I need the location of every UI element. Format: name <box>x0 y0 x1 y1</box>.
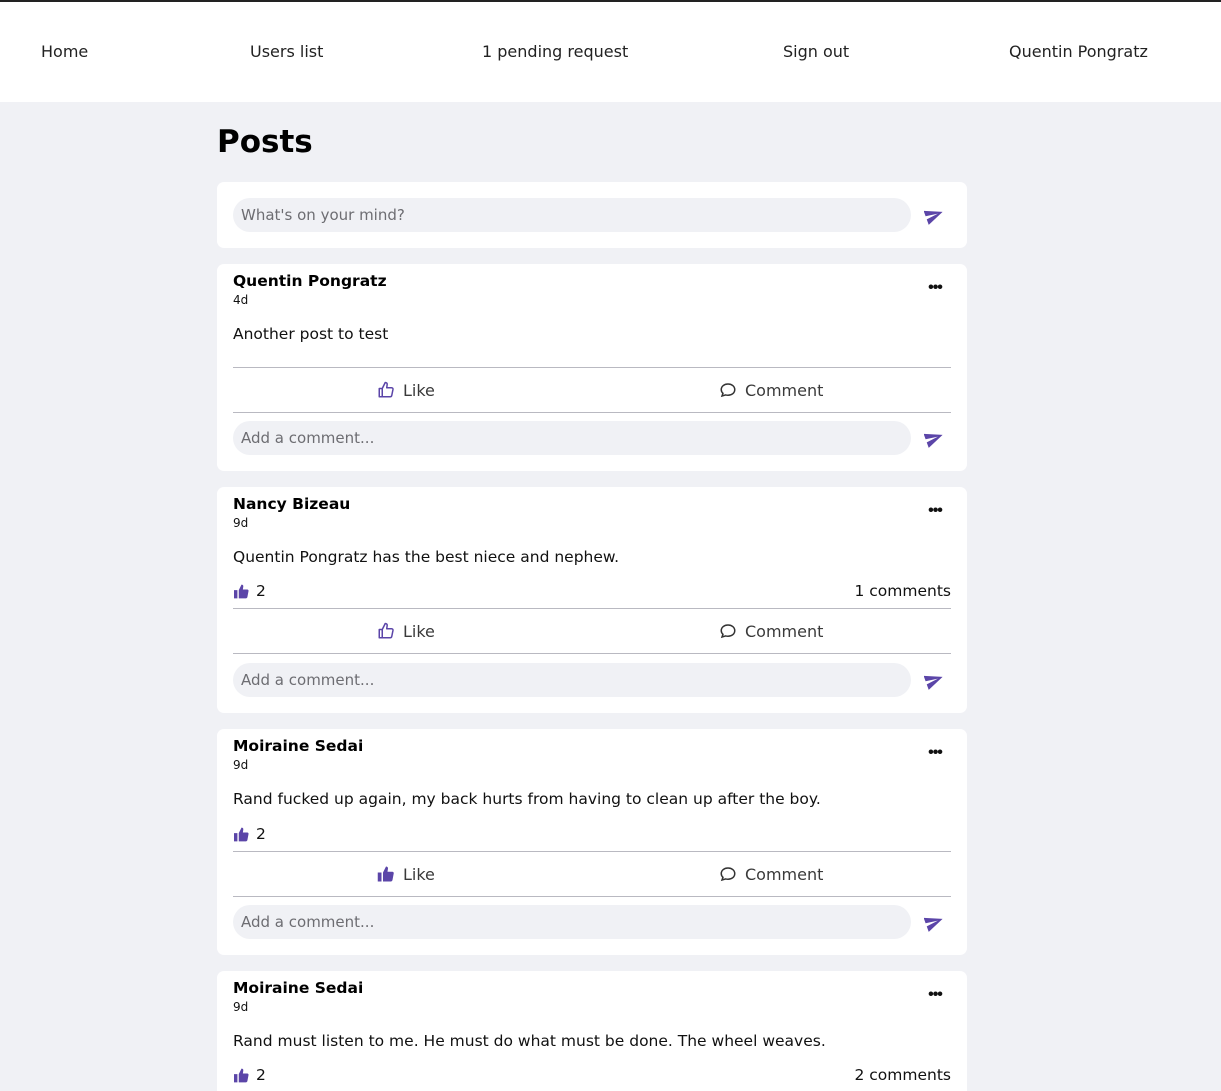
comment-button[interactable]: Comment <box>719 376 823 404</box>
post-card: Quentin Pongratz 4d ••• Another post to … <box>217 264 967 471</box>
speech-bubble-icon <box>720 624 736 639</box>
new-post-input[interactable] <box>233 198 911 232</box>
thumbs-up-filled-icon <box>234 584 249 598</box>
send-icon <box>924 675 943 690</box>
nav-sign-out-link[interactable]: Sign out <box>783 42 849 61</box>
send-icon <box>924 210 943 225</box>
new-post-composer <box>217 182 967 248</box>
divider <box>233 608 951 609</box>
nav-current-user-link[interactable]: Quentin Pongratz <box>1009 42 1148 61</box>
post-author[interactable]: Nancy Bizeau <box>233 495 350 513</box>
post-content: Quentin Pongratz has the best niece and … <box>233 548 620 566</box>
more-options-icon: ••• <box>928 744 943 761</box>
post-card: Nancy Bizeau 9d ••• Quentin Pongratz has… <box>217 487 967 713</box>
comment-input[interactable] <box>233 905 911 939</box>
comment-label: Comment <box>745 621 824 641</box>
post-author[interactable]: Moiraine Sedai <box>233 979 363 997</box>
nav-pending-requests-link[interactable]: 1 pending request <box>482 42 628 61</box>
post-author[interactable]: Moiraine Sedai <box>233 737 363 755</box>
like-count-value: 2 <box>256 1066 266 1084</box>
post-time: 9d <box>233 1000 249 1014</box>
like-count: 2 <box>233 582 266 600</box>
comment-count[interactable]: 1 comments <box>854 582 951 600</box>
like-count: 2 <box>233 825 266 843</box>
post-time: 9d <box>233 516 249 530</box>
post-options-button[interactable]: ••• <box>925 744 945 761</box>
post-options-button[interactable]: ••• <box>925 502 945 519</box>
divider <box>233 653 951 654</box>
like-count-value: 2 <box>256 825 266 843</box>
comment-label: Comment <box>745 864 824 884</box>
nav-home-link[interactable]: Home <box>41 42 88 61</box>
thumbs-up-outline-icon <box>378 622 394 639</box>
like-button-active[interactable]: Like <box>377 860 435 888</box>
like-label: Like <box>403 380 435 400</box>
divider <box>233 851 951 852</box>
post-time: 9d <box>233 758 249 772</box>
divider <box>233 412 951 413</box>
submit-comment-button[interactable] <box>924 427 946 449</box>
divider <box>233 896 951 897</box>
thumbs-up-outline-icon <box>378 381 394 398</box>
post-content: Rand must listen to me. He must do what … <box>233 1032 826 1050</box>
thumbs-up-filled-icon <box>234 1068 249 1082</box>
like-count-value: 2 <box>256 582 266 600</box>
send-icon <box>924 917 943 932</box>
submit-comment-button[interactable] <box>924 669 946 691</box>
thumbs-up-filled-icon <box>377 866 394 882</box>
post-time: 4d <box>233 293 249 307</box>
comment-button[interactable]: Comment <box>719 860 823 888</box>
post-author[interactable]: Quentin Pongratz <box>233 272 387 290</box>
comment-input[interactable] <box>233 663 911 697</box>
post-card: Moiraine Sedai 9d ••• Rand fucked up aga… <box>217 729 967 955</box>
speech-bubble-icon <box>720 867 736 882</box>
comment-input[interactable] <box>233 421 911 455</box>
submit-comment-button[interactable] <box>924 911 946 933</box>
send-icon <box>924 433 943 448</box>
more-options-icon: ••• <box>928 986 943 1003</box>
like-label: Like <box>403 621 435 641</box>
comment-count[interactable]: 2 comments <box>854 1066 951 1084</box>
top-navbar: Home Users list 1 pending request Sign o… <box>0 2 1221 102</box>
post-card: Moiraine Sedai 9d ••• Rand must listen t… <box>217 971 967 1091</box>
post-options-button[interactable]: ••• <box>925 279 945 296</box>
speech-bubble-icon <box>720 383 736 398</box>
divider <box>233 367 951 368</box>
nav-users-list-link[interactable]: Users list <box>250 42 323 61</box>
like-button[interactable]: Like <box>377 617 435 645</box>
more-options-icon: ••• <box>928 279 943 296</box>
thumbs-up-filled-icon <box>234 827 249 841</box>
post-options-button[interactable]: ••• <box>925 986 945 1003</box>
post-content: Rand fucked up again, my back hurts from… <box>233 790 821 808</box>
like-count: 2 <box>233 1066 266 1084</box>
comment-label: Comment <box>745 380 824 400</box>
like-button[interactable]: Like <box>377 376 435 404</box>
more-options-icon: ••• <box>928 502 943 519</box>
comment-button[interactable]: Comment <box>719 617 823 645</box>
submit-post-button[interactable] <box>924 204 946 226</box>
page-title: Posts <box>217 124 313 160</box>
post-content: Another post to test <box>233 325 389 343</box>
like-label: Like <box>403 864 435 884</box>
